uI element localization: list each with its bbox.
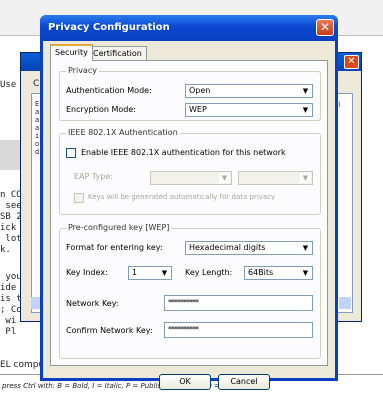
preconfigured-key-group: Pre-configured key [WEP] Format for ente… — [59, 223, 321, 359]
enable-8021x-checkbox[interactable] — [66, 148, 76, 158]
key-index-value: 1 — [132, 268, 138, 277]
bg-bottom-label: EL compu — [0, 360, 45, 370]
eap-type-label: EAP Type: — [74, 172, 113, 181]
bg-text-line: ick — [0, 223, 17, 233]
authentication-mode-value: Open — [189, 86, 211, 95]
bg-text-line: see — [0, 201, 22, 211]
chevron-down-icon[interactable]: ▼ — [300, 105, 311, 115]
tab-certification[interactable]: Certification — [88, 46, 147, 60]
bg-text-line: lot — [0, 234, 22, 244]
enable-8021x-label: Enable IEEE 802.1X authentication for th… — [81, 148, 286, 157]
background-tab-fragment: C — [33, 79, 40, 89]
bg-text-line: you — [0, 272, 22, 282]
chevron-down-icon: ▼ — [300, 173, 311, 183]
key-length-value: 64Bits — [248, 268, 274, 277]
bg-text-line: is t — [0, 294, 22, 304]
bg-text-line: ide — [0, 283, 17, 293]
dialog-body: Security Certification Privacy Authentic… — [43, 41, 335, 390]
chevron-down-icon[interactable]: ▼ — [159, 268, 170, 278]
keys-auto-checkbox[interactable] — [74, 193, 84, 203]
ok-button[interactable]: OK — [159, 374, 211, 390]
bg-text-line: n CO — [0, 190, 22, 200]
privacy-configuration-dialog: Privacy Configuration ✕ Security Certifi… — [40, 15, 338, 390]
cancel-button[interactable]: Cancel — [218, 374, 270, 390]
bg-text-line: Pl — [0, 327, 17, 337]
chevron-down-icon[interactable]: ▼ — [300, 86, 311, 96]
ieee-group-label: IEEE 802.1X Authentication — [66, 128, 180, 137]
key-format-value: Hexadecimal digits — [189, 243, 266, 252]
dialog-title: Privacy Configuration — [48, 22, 170, 33]
bg-text-line: wi — [0, 316, 17, 326]
bg-text-line: ; Co — [0, 305, 22, 315]
encryption-mode-value: WEP — [189, 105, 207, 114]
confirm-network-key-input[interactable]: ********** — [164, 322, 313, 338]
preconfigured-key-group-label: Pre-configured key [WEP] — [66, 223, 172, 232]
network-key-label: Network Key: — [66, 299, 119, 308]
encryption-mode-select[interactable]: WEP ▼ — [185, 103, 313, 117]
background-close-icon[interactable]: ✕ — [344, 55, 359, 69]
key-format-label: Format for entering key: — [66, 243, 163, 252]
chevron-down-icon[interactable]: ▼ — [300, 268, 311, 278]
ieee-8021x-group: IEEE 802.1X Authentication Enable IEEE 8… — [59, 128, 321, 215]
dialog-titlebar[interactable]: Privacy Configuration ✕ — [40, 15, 338, 41]
privacy-group-label: Privacy — [66, 66, 99, 75]
keys-auto-label: Keys will be generated automatically for… — [88, 193, 276, 201]
bg-panel-text: E — [35, 100, 40, 108]
chevron-down-icon[interactable]: ▼ — [300, 243, 311, 253]
bg-text-line: k. — [0, 245, 11, 255]
eap-subtype-select[interactable]: ▼ — [238, 171, 313, 185]
background-scrollbar-right-arrow[interactable] — [339, 297, 351, 309]
key-length-select[interactable]: 64Bits ▼ — [244, 266, 313, 280]
tab-security[interactable]: Security — [50, 44, 93, 61]
encryption-mode-label: Encryption Mode: — [66, 105, 136, 114]
key-length-label: Key Length: — [185, 268, 233, 277]
chevron-down-icon: ▼ — [219, 173, 230, 183]
key-index-label: Key Index: — [66, 268, 108, 277]
close-icon[interactable]: ✕ — [316, 19, 334, 36]
key-format-select[interactable]: Hexadecimal digits ▼ — [185, 241, 313, 255]
bg-text-line: SB 2 — [0, 212, 22, 222]
security-tab-page: Privacy Authentication Mode: Open ▼ Encr… — [50, 60, 328, 366]
authentication-mode-label: Authentication Mode: — [66, 86, 152, 95]
network-key-input[interactable]: ********** — [164, 295, 313, 311]
confirm-network-key-label: Confirm Network Key: — [66, 326, 153, 335]
privacy-group: Privacy Authentication Mode: Open ▼ Encr… — [59, 66, 321, 121]
eap-type-select[interactable]: ▼ — [150, 171, 232, 185]
key-index-select[interactable]: 1 ▼ — [128, 266, 172, 280]
authentication-mode-select[interactable]: Open ▼ — [185, 84, 313, 98]
